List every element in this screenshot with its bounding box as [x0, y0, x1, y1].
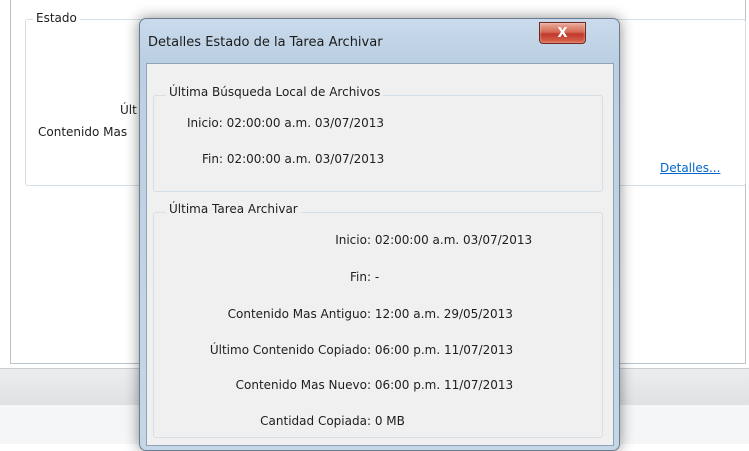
archive-row-value: 06:00 p.m. 11/07/2013 [374, 378, 514, 392]
search-end-row: Fin: 02:00:00 a.m. 03/07/2013 [202, 152, 384, 166]
archive-row-label: Cantidad Copiada: [260, 414, 371, 428]
search-start-label: Inicio: [187, 116, 223, 130]
contenido-label-partial: Contenido Mas [38, 125, 128, 139]
archive-row-label: Contenido Mas Antiguo: [227, 307, 371, 321]
search-end-label: Fin: [202, 152, 224, 166]
dialog-title: Detalles Estado de la Tarea Archivar [148, 35, 383, 50]
local-search-group-title: Última Búsqueda Local de Archivos [166, 85, 384, 99]
archive-task-group-title: Última Tarea Archivar [166, 202, 301, 216]
close-icon: X [557, 25, 568, 41]
panel-left-border [10, 0, 11, 364]
archive-row-label: Último Contenido Copiado: [209, 343, 371, 357]
ultima-label-partial: Últ [120, 103, 137, 117]
archive-row-value: 12:00 a.m. 29/05/2013 [374, 307, 513, 321]
archive-row-label: Contenido Mas Nuevo: [235, 378, 371, 392]
archive-row: Inicio: 02:00:00 a.m. 03/07/2013 [167, 233, 532, 247]
archive-row: Fin: - [167, 270, 379, 284]
archive-row: Contenido Mas Nuevo: 06:00 p.m. 11/07/20… [167, 378, 514, 392]
search-start-value: 02:00:00 a.m. 03/07/2013 [226, 116, 384, 130]
archive-row-value: 0 MB [374, 414, 405, 428]
archive-row: Último Contenido Copiado: 06:00 p.m. 11/… [167, 343, 513, 357]
details-link[interactable]: Detalles... [660, 161, 720, 175]
archive-row: Cantidad Copiada: 0 MB [167, 414, 405, 428]
close-button[interactable]: X [539, 22, 586, 44]
archive-row-value: - [374, 270, 380, 284]
archive-row-label: Fin: [349, 270, 371, 284]
dialog-client-area: Última Búsqueda Local de Archivos Inicio… [146, 63, 614, 446]
archive-row-label: Inicio: [335, 233, 371, 247]
status-details-dialog: Detalles Estado de la Tarea Archivar X Ú… [139, 18, 620, 451]
search-end-value: 02:00:00 a.m. 03/07/2013 [226, 152, 385, 166]
search-start-row: Inicio: 02:00:00 a.m. 03/07/2013 [187, 116, 384, 130]
archive-row-value: 06:00 p.m. 11/07/2013 [374, 343, 514, 357]
estado-group-label: Estado [33, 11, 80, 25]
archive-row: Contenido Mas Antiguo: 12:00 a.m. 29/05/… [167, 307, 513, 321]
local-search-group [153, 95, 603, 192]
archive-row-value: 02:00:00 a.m. 03/07/2013 [374, 233, 533, 247]
